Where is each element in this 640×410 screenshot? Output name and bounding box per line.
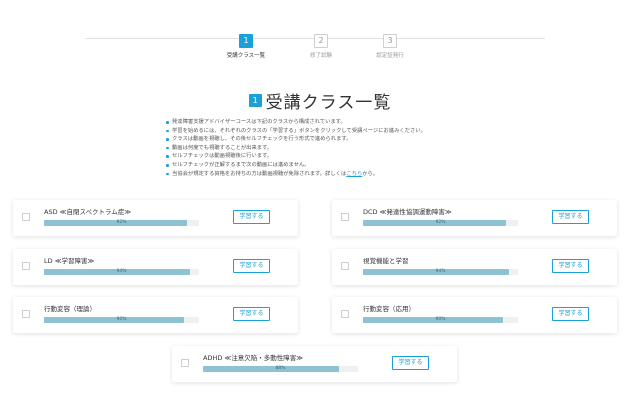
instruction-item: セルフチェックが正解するまで次の動画には進めません。	[165, 161, 485, 170]
study-button[interactable]: 学習する	[552, 210, 589, 224]
progress-bar: 92%	[44, 220, 199, 226]
step-class-list: 1 受講クラス一覧	[206, 28, 286, 59]
course-title: ASD ≪自閉スペクトラム症≫	[44, 208, 132, 216]
instruction-text: 当協会が規定する資格をお持ちの方は動画視聴が免除されます。詳しくは	[172, 170, 347, 177]
progress-bar: 94%	[363, 269, 518, 275]
progress-stepper: 1 受講クラス一覧 2 修了試験 3 認定証発行	[0, 28, 640, 59]
course-card: DCD ≪発達性協調運動障害≫ 92% 学習する	[332, 200, 617, 236]
course-title: ADHD ≪注意欠陥・多動性障害≫	[203, 354, 304, 362]
progress-bar: 94%	[44, 269, 199, 275]
instruction-item: 当協会が規定する資格をお持ちの方は動画視聴が免除されます。詳しくはこちらから。	[165, 170, 485, 179]
step-number: 3	[383, 34, 397, 48]
instruction-item: クラスは動画を視聴し、その後セルフチェックを行う形式で進められます。	[165, 135, 485, 144]
progress-label: 94%	[435, 269, 446, 274]
study-button[interactable]: 学習する	[233, 259, 270, 273]
course-title: LD ≪学習障害≫	[44, 257, 95, 265]
study-button[interactable]: 学習する	[233, 307, 270, 321]
progress-bar: 90%	[44, 317, 199, 323]
completion-checkbox[interactable]	[22, 262, 30, 270]
completion-checkbox[interactable]	[22, 213, 30, 221]
progress-label: 88%	[275, 366, 286, 371]
page-title: 1 受講クラス一覧	[0, 88, 640, 113]
progress-label: 90%	[116, 317, 127, 322]
study-button[interactable]: 学習する	[392, 356, 429, 370]
course-card: LD ≪学習障害≫ 94% 学習する	[13, 249, 298, 285]
completion-checkbox[interactable]	[341, 262, 349, 270]
course-card: ADHD ≪注意欠陥・多動性障害≫ 88% 学習する	[172, 346, 457, 382]
instructions-list: 発達障害支援アドバイザーコースは下記のクラスから構成されています。 学習を始める…	[165, 118, 485, 178]
progress-bar: 92%	[363, 220, 518, 226]
course-title: 行動変容（応用）	[363, 305, 415, 313]
progress-bar: 90%	[363, 317, 518, 323]
step-label: 受講クラス一覧	[226, 53, 266, 59]
progress-label: 90%	[435, 317, 446, 322]
study-button[interactable]: 学習する	[552, 307, 589, 321]
course-card: 行動変容（理論） 90% 学習する	[13, 297, 298, 333]
step-label: 認定証発行	[376, 53, 404, 59]
completion-checkbox[interactable]	[22, 310, 30, 318]
progress-label: 92%	[116, 220, 127, 225]
course-card: 視覚機能と学習 94% 学習する	[332, 249, 617, 285]
page-title-text: 受講クラス一覧	[265, 93, 392, 113]
step-number: 2	[314, 34, 328, 48]
progress-label: 92%	[435, 220, 446, 225]
study-button[interactable]: 学習する	[233, 210, 270, 224]
completion-checkbox[interactable]	[341, 213, 349, 221]
step-certificate: 3 認定証発行	[350, 28, 430, 59]
completion-checkbox[interactable]	[341, 310, 349, 318]
course-title: 視覚機能と学習	[363, 257, 409, 265]
course-title: 行動変容（理論）	[44, 305, 96, 313]
progress-label: 94%	[116, 269, 127, 274]
progress-bar: 88%	[203, 366, 358, 372]
details-link[interactable]: こちら	[346, 171, 362, 177]
step-number: 1	[239, 34, 253, 48]
study-button[interactable]: 学習する	[552, 259, 589, 273]
instruction-item: 学習を始めるには、それぞれのクラスの「学習する」ボタンをクリックして受講ページに…	[165, 127, 485, 136]
course-card: ASD ≪自閉スペクトラム症≫ 92% 学習する	[13, 200, 298, 236]
course-card: 行動変容（応用） 90% 学習する	[332, 297, 617, 333]
course-title: DCD ≪発達性協調運動障害≫	[363, 208, 452, 216]
instruction-item: セルフチェックは動画視聴後に行います。	[165, 152, 485, 161]
instruction-item: 発達障害支援アドバイザーコースは下記のクラスから構成されています。	[165, 118, 485, 127]
step-label: 修了試験	[309, 53, 332, 59]
completion-checkbox[interactable]	[181, 359, 189, 367]
instruction-text: から。	[362, 170, 379, 177]
section-number-badge: 1	[248, 94, 262, 107]
step-final-exam: 2 修了試験	[281, 28, 361, 59]
instruction-item: 動画は何度でも視聴することが出来ます。	[165, 144, 485, 153]
